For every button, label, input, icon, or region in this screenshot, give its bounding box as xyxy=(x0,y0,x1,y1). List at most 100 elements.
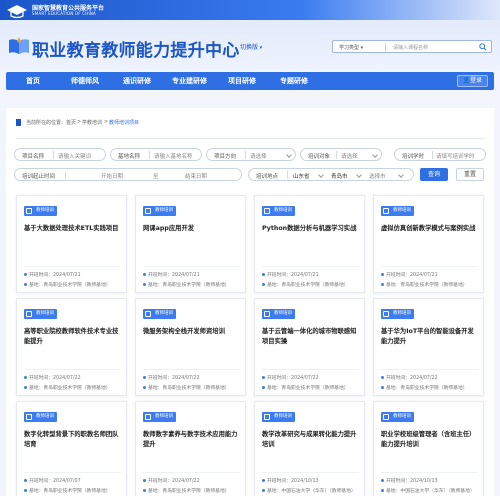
open-book-icon xyxy=(9,37,29,54)
hours-input[interactable]: 请填写培训学时 xyxy=(436,152,484,160)
project-card[interactable]: 教师培训 基于云管端一体化的城市物联感知项目实操 开班时间：2024/07/22 基地… xyxy=(254,298,365,396)
province-select[interactable]: 山东省 xyxy=(293,172,310,180)
start-date-input[interactable]: 开始日期 xyxy=(101,172,123,180)
reset-button[interactable]: 重置 xyxy=(456,168,484,181)
target-select[interactable]: 请选择 xyxy=(341,152,358,160)
platform-logo-icon[interactable] xyxy=(6,4,28,20)
card-title[interactable]: 职业学校班级管理者（含班主任）能力提升培训 xyxy=(381,430,479,450)
card-title[interactable]: 教学改革研究与成果转化能力提升培训 xyxy=(262,430,360,450)
target-label: 培训对象 xyxy=(308,154,331,160)
date-label: 开班时间： xyxy=(267,273,291,278)
base-label: 基地： xyxy=(267,386,282,391)
search-type-label: 学习类型 xyxy=(339,45,360,51)
date-value: 2024/07/07 xyxy=(53,479,81,484)
search-bar: 学习类型 ▾ 请输入课程名称 xyxy=(332,40,492,53)
nav-item-professional[interactable]: 专业建研修 xyxy=(172,76,207,86)
category-tag: 教师培训 xyxy=(143,412,176,422)
nav-item-general[interactable]: 通识研修 xyxy=(123,76,151,86)
chevron-down-icon: ▾ xyxy=(359,45,364,51)
tag-label: 教师培训 xyxy=(393,414,411,419)
city-select[interactable]: 青岛市 xyxy=(331,172,348,180)
login-button[interactable]: 👤登录 xyxy=(456,75,488,87)
nav-item-project[interactable]: 项目研修 xyxy=(228,76,256,86)
project-card[interactable]: 教师培训 基于大数据处理技术ETL实践项目 开班时间：2024/07/21 基地：青岛… xyxy=(16,195,127,293)
bullet-icon xyxy=(24,376,27,379)
base-value: 青岛职业技术学院（教师基地） xyxy=(162,386,230,391)
project-card[interactable]: 教师培训 教学改革研究与成果转化能力提升培训 开班时间：2024/10/13 基地：中… xyxy=(254,401,365,496)
nav-item-ethics[interactable]: 师德师风 xyxy=(71,76,99,86)
card-title[interactable]: 虚拟仿真创新教学模式与案例实战 xyxy=(381,224,479,234)
date-value: 2024/10/13 xyxy=(410,479,438,484)
category-tag: 教师培训 xyxy=(24,206,57,216)
bullet-icon xyxy=(24,386,27,389)
card-title[interactable]: 基于云管端一体化的城市物联感知项目实操 xyxy=(262,327,360,347)
date-label: 开班时间： xyxy=(29,376,53,381)
end-date-input[interactable]: 结束日期 xyxy=(185,172,207,180)
project-name-input[interactable]: 请输入关键词 xyxy=(58,152,91,160)
user-icon: 👤 xyxy=(462,77,470,84)
project-card[interactable]: 教师培训 虚拟仿真创新教学模式与案例实战 开班时间：2024/07/21 基地：青岛职… xyxy=(373,195,484,293)
card-title[interactable]: 高等职业院校教师软件技术专业技能提升 xyxy=(24,327,122,347)
bullet-icon xyxy=(262,479,265,482)
project-card[interactable]: 教师培训 基于华为IoT平台的智能设备开发能力提升 开班时间：2024/07/22 基… xyxy=(373,298,484,396)
bullet-icon xyxy=(24,283,27,286)
card-title[interactable]: 基于华为IoT平台的智能设备开发能力提升 xyxy=(381,327,479,347)
nav-item-topic[interactable]: 专题研修 xyxy=(280,76,308,86)
document-icon xyxy=(264,311,270,317)
base-value: 青岛职业技术学院（教师基地） xyxy=(281,386,349,391)
card-title[interactable]: 网课app应用开发 xyxy=(143,224,241,234)
breadcrumb-home[interactable]: 首页 xyxy=(66,119,76,126)
card-base: 基地：青岛职业技术学院（教师基地） xyxy=(143,487,230,494)
tag-label: 教师培训 xyxy=(36,208,54,213)
nav-item-home[interactable]: 首页 xyxy=(26,76,40,86)
project-card[interactable]: 教师培训 职业学校班级管理者（含班主任）能力提升培训 开班时间：2024/10/13… xyxy=(373,401,484,496)
tag-label: 教师培训 xyxy=(36,414,54,419)
search-icon[interactable] xyxy=(479,43,487,51)
base-value: 中国石油大学（华东）（教师基地） xyxy=(281,489,356,494)
breadcrumb-training[interactable]: 学教培训 xyxy=(82,119,102,126)
category-tag: 教师培训 xyxy=(381,206,414,216)
date-label: 开班时间： xyxy=(148,273,172,278)
search-input[interactable]: 请输入课程名称 xyxy=(393,44,428,51)
card-title[interactable]: 基于大数据处理技术ETL实践项目 xyxy=(24,224,122,234)
card-base: 基地：青岛职业技术学院（教师基地） xyxy=(381,384,468,391)
project-card[interactable]: 教师培训 Python数据分析与机器学习实战 开班时间：2024/07/21 基地：青… xyxy=(254,195,365,293)
bullet-icon xyxy=(143,376,146,379)
project-name-label: 项目名称 xyxy=(22,154,45,160)
card-base: 基地：青岛职业技术学院（教师基地） xyxy=(262,281,349,288)
divider xyxy=(24,369,121,370)
date-value: 2024/07/21 xyxy=(410,273,438,278)
base-label: 基地： xyxy=(386,283,401,288)
platform-subtitle: SMART EDUCATION OF CHINA xyxy=(32,11,96,16)
card-date: 开班时间：2024/07/22 xyxy=(262,374,319,381)
period-filter: 培训起止时间 开始日期 至 结束日期 xyxy=(14,168,242,181)
page-title: 职业教育教师能力提升中心 xyxy=(32,41,240,61)
project-card[interactable]: 教师培训 微服务架构全栈开发师资培训 开班时间：2024/07/22 基地：青岛职业技… xyxy=(135,298,246,396)
card-title[interactable]: 微服务架构全栈开发师资培训 xyxy=(143,327,241,337)
base-label: 基地： xyxy=(148,489,163,494)
date-value: 2024/07/22 xyxy=(291,376,319,381)
search-type-select[interactable]: 学习类型 ▾ xyxy=(339,44,363,51)
project-card[interactable]: 教师培训 高等职业院校教师软件技术专业技能提升 开班时间：2024/07/22 基地：… xyxy=(16,298,127,396)
card-base: 基地：青岛职业技术学院（教师基地） xyxy=(143,281,230,288)
project-card[interactable]: 教师培训 网课app应用开发 开班时间：2024/07/21 基地：青岛职业技术学院（… xyxy=(135,195,246,293)
project-card[interactable]: 教师培训 数字化转型背景下的职教名师团队培育 开班时间：2024/07/07 基地：青… xyxy=(16,401,127,496)
base-name-input[interactable]: 请输入基地名称 xyxy=(154,152,200,160)
project-direction-select[interactable]: 请选择 xyxy=(250,152,267,160)
base-label: 基地： xyxy=(386,386,401,391)
card-title[interactable]: 数字化转型背景下的职教名师团队培育 xyxy=(24,430,122,450)
project-name-filter: 项目名称 请输入关键词 xyxy=(14,148,106,161)
switch-version-button[interactable]: 切换版 ▾ xyxy=(240,42,262,51)
card-date: 开班时间：2024/07/22 xyxy=(143,477,200,484)
project-card[interactable]: 教师培训教师数字素养与数字技术应用能力提升开班时间：2024/07/22 基地：青… xyxy=(135,401,246,496)
document-icon xyxy=(264,414,270,420)
base-value: 青岛职业技术学院（教师基地） xyxy=(162,283,230,288)
chevron-down-icon xyxy=(398,172,404,178)
category-tag: 教师培训 xyxy=(262,206,295,216)
base-value: 中国石油大学（华东）（教师基地） xyxy=(400,489,475,494)
district-select[interactable]: 选择市 xyxy=(369,172,386,180)
date-label: 开班时间： xyxy=(267,479,291,484)
query-button[interactable]: 查询 xyxy=(420,168,448,181)
card-title[interactable]: 教师数字素养与数字技术应用能力提升 xyxy=(143,430,241,450)
card-title[interactable]: Python数据分析与机器学习实战 xyxy=(262,224,360,234)
